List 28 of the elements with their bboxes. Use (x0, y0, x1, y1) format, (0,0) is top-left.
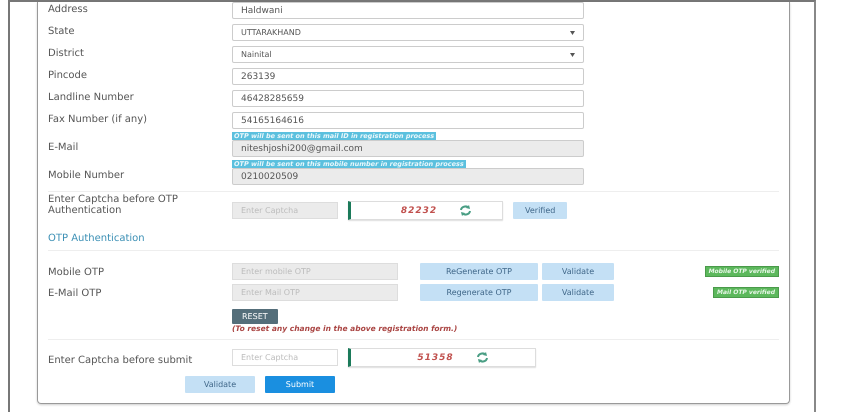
caret-icon (570, 30, 575, 34)
field-label: E-Mail (48, 142, 80, 155)
field-label: Mobile Number (48, 170, 126, 183)
reset-button[interactable]: RESET (232, 309, 278, 324)
refresh-icon[interactable] (459, 205, 472, 216)
select-field[interactable]: UTTARAKHAND (232, 24, 584, 41)
field-label: Landline Number (48, 92, 135, 105)
captcha-code: 82232 (400, 206, 438, 216)
field-label: Address (48, 4, 89, 17)
field-label: E-Mail OTP (48, 288, 102, 301)
captcha-field[interactable]: Enter Captcha (232, 349, 338, 366)
caret-icon (570, 52, 575, 56)
field-label: District (48, 48, 85, 61)
action-button[interactable]: Submit (265, 376, 335, 393)
field-label: Enter Captcha before OTP Authentication (48, 194, 179, 218)
input-field[interactable]: 46428285659 (232, 90, 584, 107)
input-field[interactable]: 263139 (232, 68, 584, 85)
field-label: Mobile OTP (48, 267, 105, 280)
field-label: State (48, 26, 76, 39)
field-label: Pincode (48, 70, 88, 83)
field-label: Enter Captcha before submit (48, 355, 194, 368)
input-field[interactable]: Haldwani (232, 2, 584, 19)
input-field[interactable]: 54165164616 (232, 112, 584, 129)
field-label: Fax Number (if any) (48, 114, 148, 127)
refresh-icon[interactable] (476, 352, 489, 363)
captcha-code: 51358 (417, 352, 454, 362)
section-title: OTP Authentication (48, 232, 146, 246)
select-field[interactable]: Nainital (232, 46, 584, 63)
